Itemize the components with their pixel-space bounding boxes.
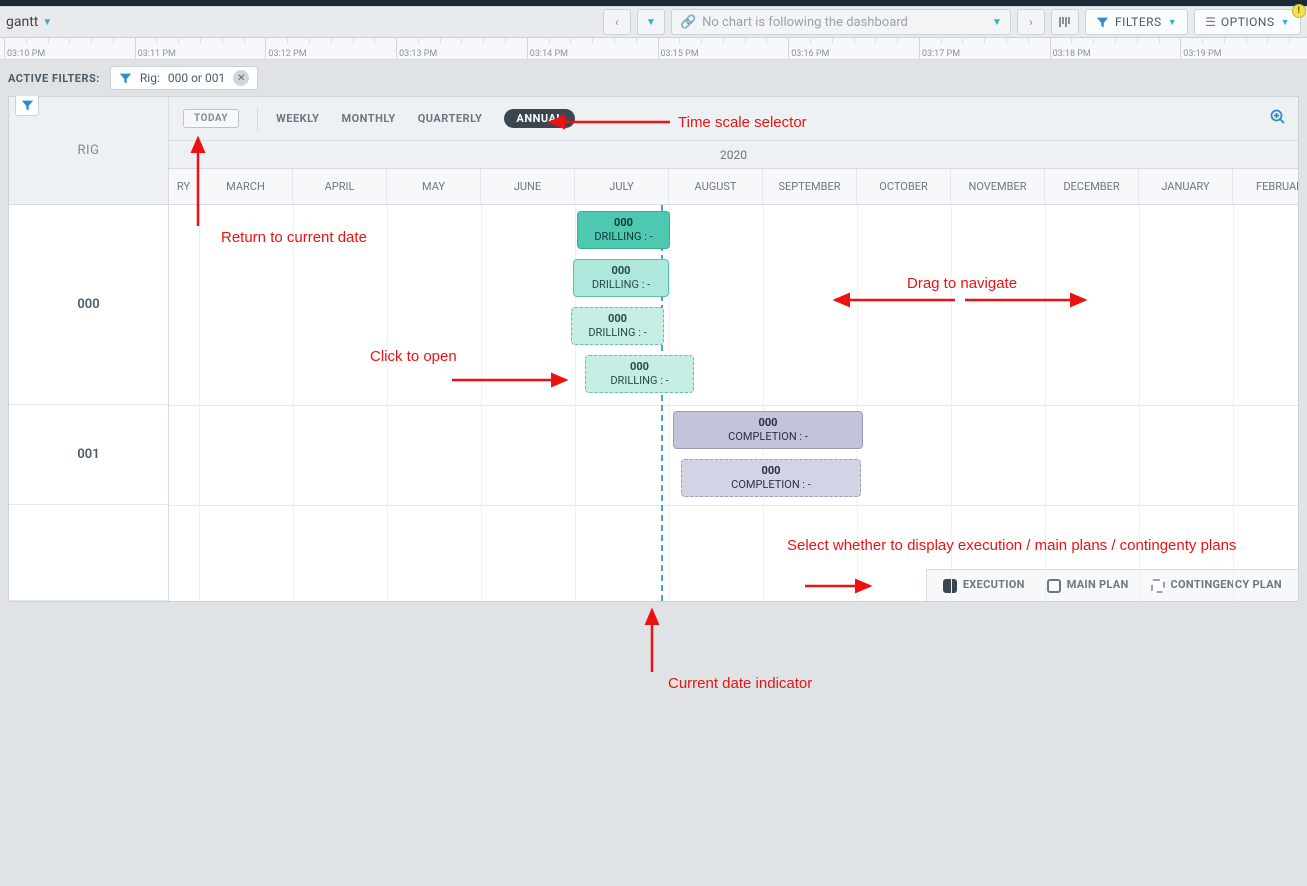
remove-filter-button[interactable]: ✕: [233, 70, 249, 86]
month-col: JUNE: [481, 169, 575, 204]
barcode-icon: [1058, 15, 1072, 29]
ruler-tick: 03:19 PM: [1180, 38, 1221, 59]
gantt-body[interactable]: EXECUTION MAIN PLAN CONTINGENCY PLAN 000…: [169, 205, 1298, 601]
nav-prev-button[interactable]: ‹: [603, 9, 631, 35]
gantt-task[interactable]: 000DRILLING : -: [585, 355, 694, 393]
filter-icon: [1096, 16, 1109, 29]
nav-dropdown-button[interactable]: ▼: [637, 9, 665, 35]
ruler-tick: 03:14 PM: [527, 38, 568, 59]
month-col: AUGUST: [669, 169, 763, 204]
caret-down-icon: ▼: [992, 17, 1002, 28]
today-button[interactable]: TODAY: [183, 109, 239, 128]
ruler-tick: 03:18 PM: [1050, 38, 1091, 59]
legend-contingency-plan[interactable]: CONTINGENCY PLAN: [1151, 578, 1282, 592]
anno-current-date: Current date indicator: [668, 675, 812, 692]
caret-down-icon: ▼: [1281, 17, 1290, 28]
nav-next-button[interactable]: ›: [1017, 9, 1045, 35]
rig-row-empty: [9, 505, 168, 601]
year-header: 2020: [169, 141, 1298, 169]
ruler-tick: 03:16 PM: [788, 38, 829, 59]
page-title-dropdown[interactable]: gantt ▼: [6, 14, 52, 30]
month-col: MARCH: [199, 169, 293, 204]
month-col: SEPTEMBER: [763, 169, 857, 204]
filter-chip-value: 000 or 001: [168, 71, 225, 85]
month-header: RYMARCHAPRILMAYJUNEJULYAUGUSTSEPTEMBEROC…: [169, 169, 1298, 205]
active-filters-label: ACTIVE FILTERS:: [8, 72, 100, 85]
options-button-label: OPTIONS: [1221, 15, 1275, 29]
warning-badge: !: [1292, 4, 1306, 18]
ruler-tick: 03:12 PM: [265, 38, 306, 59]
options-button[interactable]: ☰ OPTIONS ▼ !: [1194, 9, 1301, 35]
time-ruler[interactable]: 03:10 PM 03:11 PM 03:12 PM 03:13 PM 03:14 PM…: [0, 38, 1307, 60]
gantt-task[interactable]: 000DRILLING : -: [573, 259, 669, 297]
timescale-option-quarterly[interactable]: QUARTERLY: [418, 112, 483, 125]
filter-chip[interactable]: Rig: 000 or 001 ✕: [110, 66, 258, 90]
ruler-tick: 03:13 PM: [396, 38, 437, 59]
timescale-option-annual[interactable]: ANNUAL: [504, 109, 574, 128]
following-chart-placeholder: No chart is following the dashboard: [702, 15, 908, 30]
ruler-tick: 03:10 PM: [4, 38, 45, 59]
caret-down-icon: ▼: [1168, 17, 1177, 28]
timescale-option-monthly[interactable]: MONTHLY: [341, 112, 395, 125]
gantt-side-column: RIG 000 001: [9, 97, 169, 601]
gantt-task[interactable]: 000COMPLETION : -: [681, 459, 861, 497]
rig-row-label: 000: [9, 205, 168, 405]
zoom-in-icon[interactable]: [1270, 109, 1286, 129]
page-title: gantt: [6, 14, 38, 30]
month-col: OCTOBER: [857, 169, 951, 204]
ruler-tick: 03:17 PM: [919, 38, 960, 59]
month-col: NOVEMBER: [951, 169, 1045, 204]
rig-row-label: 001: [9, 405, 168, 505]
ruler-tick: 03:15 PM: [658, 38, 699, 59]
month-col: JULY: [575, 169, 669, 204]
timescale-option-weekly[interactable]: WEEKLY: [276, 112, 319, 125]
month-col: MAY: [387, 169, 481, 204]
top-bar: gantt ▼ ‹ ▼ 🔗 No chart is following the …: [0, 6, 1307, 38]
side-column-header: RIG: [9, 97, 168, 205]
filter-chip-prefix: Rig:: [140, 71, 160, 85]
filters-button-label: FILTERS: [1115, 15, 1162, 29]
month-col: FEBRUAR: [1233, 169, 1298, 204]
gantt-chart-area[interactable]: TODAY WEEKLYMONTHLYQUARTERLYANNUAL 2020 …: [169, 97, 1298, 601]
gantt-task[interactable]: 000DRILLING : -: [571, 307, 664, 345]
gantt-task[interactable]: 000DRILLING : -: [577, 211, 670, 249]
active-filters-row: ACTIVE FILTERS: Rig: 000 or 001 ✕: [0, 60, 1307, 96]
menu-icon: ☰: [1205, 15, 1215, 29]
legend-main-plan[interactable]: MAIN PLAN: [1047, 578, 1129, 592]
month-col: DECEMBER: [1045, 169, 1139, 204]
link-icon: 🔗: [680, 15, 696, 30]
month-col: JANUARY: [1139, 169, 1233, 204]
month-col: APRIL: [293, 169, 387, 204]
following-chart-field[interactable]: 🔗 No chart is following the dashboard ▼: [671, 9, 1011, 35]
timescale-toolbar: TODAY WEEKLY MONTHLY QUARTERLY ANNUAL: [169, 97, 1298, 141]
columns-icon-button[interactable]: [1051, 9, 1079, 35]
filter-icon: [119, 72, 132, 85]
side-filter-tab[interactable]: [15, 96, 39, 116]
gantt-container: RIG 000 001 TODAY WEEKLY MONTHLY QUARTERLY…: [8, 96, 1299, 602]
ruler-tick: 03:11 PM: [135, 38, 176, 59]
gantt-task[interactable]: 000COMPLETION : -: [673, 411, 863, 449]
side-column-title: RIG: [78, 143, 100, 158]
legend-execution[interactable]: EXECUTION: [943, 578, 1025, 592]
plan-legend: EXECUTION MAIN PLAN CONTINGENCY PLAN: [926, 569, 1298, 601]
month-col: RY: [169, 169, 199, 204]
caret-down-icon: ▼: [42, 17, 52, 28]
filters-button[interactable]: FILTERS ▼: [1085, 9, 1188, 35]
